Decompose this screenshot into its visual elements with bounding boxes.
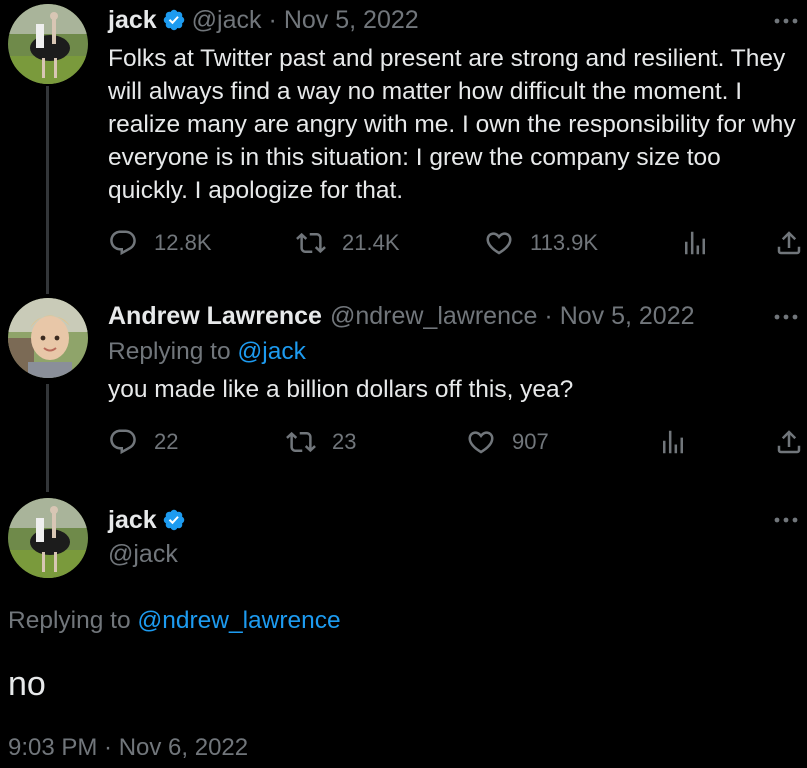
separator: · — [268, 6, 277, 34]
tweet-header: Andrew Lawrence @ndrew_lawrence · Nov 5,… — [108, 300, 695, 332]
retweet-button[interactable]: 21.4K — [296, 228, 400, 258]
thread-line — [46, 86, 49, 294]
reply-icon — [110, 230, 136, 256]
replying-to-mention[interactable]: @ndrew_lawrence — [137, 607, 340, 634]
reply-count: 22 — [154, 429, 179, 454]
tweet-actions: 12.8K 21.4K 113.9K — [108, 228, 801, 258]
like-icon — [486, 232, 512, 255]
verified-badge-icon — [163, 509, 184, 531]
replying-to: Replying to @jack — [108, 336, 306, 368]
reply-button[interactable]: 22 — [108, 427, 178, 457]
retweet-icon — [296, 232, 326, 254]
like-count: 907 — [512, 429, 549, 454]
views-icon — [663, 430, 683, 454]
author-name[interactable]: jack — [108, 4, 157, 36]
tweet-timestamp[interactable]: 9:03 PM · Nov 6, 2022 — [8, 732, 248, 764]
reply-count: 12.8K — [154, 230, 212, 255]
more-icon[interactable] — [773, 313, 799, 321]
like-count: 113.9K — [530, 230, 599, 255]
more-icon[interactable] — [773, 516, 799, 524]
tweet-handle-row: @jack — [108, 538, 178, 570]
views-button[interactable] — [680, 228, 726, 258]
tweet-thread: jack @jack · Nov 5, 2022 Folks at Twitte… — [0, 0, 807, 768]
tweet-text: you made like a billion dollars off this… — [108, 376, 574, 403]
main-tweet-text: no — [8, 665, 46, 703]
verified-badge-icon — [163, 9, 184, 31]
author-handle[interactable]: @ndrew_lawrence — [330, 300, 537, 332]
tweet-header: jack @jack · Nov 5, 2022 — [108, 4, 419, 36]
tweet-actions: 22 23 907 — [108, 427, 801, 457]
like-button[interactable]: 113.9K — [484, 228, 598, 258]
tweet-date[interactable]: Nov 5, 2022 — [560, 300, 695, 332]
views-icon — [685, 231, 705, 255]
separator: · — [544, 302, 553, 330]
tweet-date[interactable]: Nov 5, 2022 — [284, 4, 419, 36]
reply-button[interactable]: 12.8K — [108, 228, 212, 258]
retweet-button[interactable]: 23 — [286, 427, 356, 457]
replying-to-label: Replying to — [8, 607, 131, 634]
author-handle[interactable]: @jack — [108, 538, 178, 570]
retweet-icon — [286, 431, 316, 453]
replying-to-mention[interactable]: @jack — [237, 338, 305, 365]
replying-to-label: Replying to — [108, 338, 231, 365]
avatar-jack[interactable] — [8, 4, 88, 84]
like-button[interactable]: 907 — [466, 427, 549, 457]
share-icon — [777, 231, 801, 255]
thread-line — [46, 384, 49, 492]
tweet-text: Folks at Twitter past and present are st… — [108, 45, 796, 204]
views-button[interactable] — [658, 427, 704, 457]
reply-icon — [110, 429, 136, 455]
author-name[interactable]: Andrew Lawrence — [108, 300, 322, 332]
author-name[interactable]: jack — [108, 504, 157, 536]
avatar-andrew-lawrence[interactable] — [8, 298, 88, 378]
author-handle[interactable]: @jack — [192, 4, 262, 36]
retweet-count: 23 — [332, 429, 357, 454]
replying-to: Replying to @ndrew_lawrence — [8, 605, 341, 637]
share-icon — [777, 430, 801, 454]
like-icon — [468, 431, 494, 454]
avatar-jack[interactable] — [8, 498, 88, 578]
more-icon[interactable] — [773, 17, 799, 25]
share-button[interactable] — [774, 228, 807, 258]
tweet-header: jack — [108, 504, 192, 536]
retweet-count: 21.4K — [342, 230, 400, 255]
share-button[interactable] — [774, 427, 807, 457]
